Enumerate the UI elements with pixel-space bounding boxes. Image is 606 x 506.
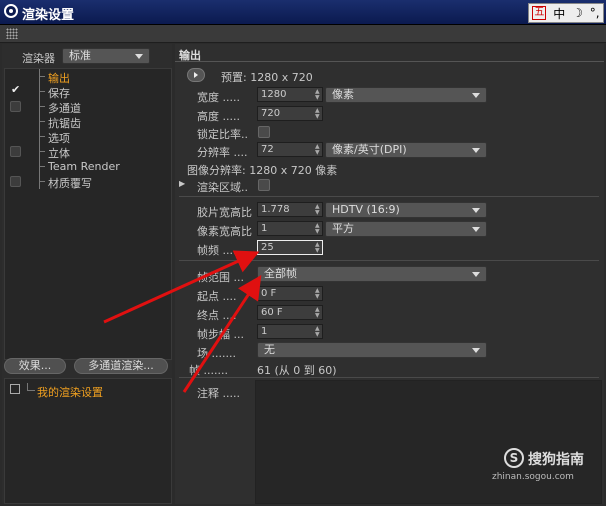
ime-punctuation-icon[interactable]: °, (590, 6, 600, 20)
divider (179, 377, 599, 378)
lock-ratio-label: 锁定比率.. (197, 128, 248, 141)
resolution-label: 分辨率 .... (197, 146, 248, 159)
resolution-input[interactable]: 72 ▲ ▼ (257, 142, 323, 157)
my-render-settings-item[interactable]: 我的渲染设置 (5, 383, 171, 399)
multipass-render-button[interactable]: 多通道渲染... (74, 358, 168, 374)
chevron-down-icon (135, 54, 143, 59)
section-title: 输出 (175, 47, 604, 62)
tree-item-stereo[interactable]: 立体 (5, 144, 171, 160)
field-dropdown[interactable]: 无 (257, 342, 487, 358)
tree-item-team-render[interactable]: Team Render (5, 159, 171, 174)
output-panel: 输出 预置: 1280 x 720 宽度 ..... 1280 ▲ ▼ 像素 高度 … (175, 44, 604, 504)
enable-checkbox[interactable] (10, 146, 21, 157)
film-aspect-dropdown[interactable]: HDTV (16:9) (325, 202, 487, 218)
chevron-down-icon (472, 93, 480, 98)
toolbar (0, 25, 606, 43)
divider (179, 196, 599, 197)
notes-label: 注释 ..... (197, 387, 240, 400)
renderer-dropdown[interactable]: 标准 (62, 48, 150, 64)
effects-button[interactable]: 效果... (4, 358, 66, 374)
tree-item-label: Team Render (48, 160, 120, 173)
chevron-down-icon (472, 348, 480, 353)
unit-dropdown[interactable]: 像素 (325, 87, 487, 103)
my-render-settings-label: 我的渲染设置 (37, 386, 103, 399)
enable-checkbox[interactable] (10, 101, 21, 112)
tree-item-label: 材质覆写 (48, 177, 92, 190)
field-label: 场 ....... (197, 347, 236, 360)
divider (179, 260, 599, 261)
tree-item-antialiasing[interactable]: 抗锯齿 (5, 114, 171, 130)
ime-wubi-icon[interactable]: 五 (532, 6, 547, 20)
preset-label: 预置: 1280 x 720 (221, 71, 313, 84)
frame-step-label: 帧步幅 ... (197, 328, 244, 341)
preset-play-button[interactable] (187, 68, 205, 82)
height-input[interactable]: 720 ▲ ▼ (257, 106, 323, 121)
chevron-down-icon (472, 227, 480, 232)
lock-ratio-checkbox[interactable] (258, 126, 270, 138)
ime-moon-icon[interactable]: ☽ (572, 6, 583, 20)
tree-item-options[interactable]: 选项 (5, 129, 171, 145)
frames-count: 61 (从 0 到 60) (257, 364, 337, 377)
tree-item-save[interactable]: ✔ 保存 (5, 83, 171, 100)
renderer-label: 渲染器 (22, 52, 55, 65)
resolution-unit-dropdown[interactable]: 像素/英寸(DPI) (325, 142, 487, 158)
tree-item-output[interactable]: 输出 (5, 69, 171, 85)
image-resolution-text: 图像分辨率: 1280 x 720 像素 (187, 164, 338, 177)
end-label: 终点 .... (197, 309, 237, 322)
fps-input[interactable]: 25 ▲ ▼ (257, 240, 323, 255)
notes-textarea[interactable] (255, 380, 602, 504)
fps-label: 帧频 ..... (197, 244, 240, 257)
settings-tree: 输出 ✔ 保存 多通道 抗锯齿 选项 立体 Team Render 材质覆写 (4, 68, 172, 360)
chevron-down-icon (472, 148, 480, 153)
end-input[interactable]: 60 F ▲ ▼ (257, 305, 323, 320)
tree-item-multipass[interactable]: 多通道 (5, 99, 171, 115)
frame-range-label: 帧范围 ... (197, 271, 244, 284)
watermark-url: zhinan.sogou.com (492, 472, 574, 482)
cinema4d-app-icon (4, 4, 18, 18)
film-aspect-label: 胶片宽高比 (197, 206, 252, 219)
width-input[interactable]: 1280 ▲ ▼ (257, 87, 323, 102)
window-title: 渲染设置 (22, 8, 75, 23)
ime-chinese-mode[interactable]: 中 (553, 5, 565, 22)
enable-checkbox[interactable] (10, 176, 21, 187)
pixel-aspect-input[interactable]: 1 ▲ ▼ (257, 221, 323, 236)
start-label: 起点 .... (197, 290, 237, 303)
title-bar: 渲染设置 五 中 ☽ °, (0, 0, 606, 25)
height-label: 高度 ..... (197, 110, 240, 123)
sogou-logo-icon: S (504, 448, 524, 468)
ime-toolbar[interactable]: 五 中 ☽ °, (528, 3, 604, 23)
pixel-aspect-dropdown[interactable]: 平方 (325, 221, 487, 237)
checkmark-icon[interactable]: ✔ (11, 83, 20, 96)
frame-step-input[interactable]: 1 ▲ ▼ (257, 324, 323, 339)
grip-handle-icon[interactable] (6, 28, 18, 39)
render-region-checkbox[interactable] (258, 179, 270, 191)
start-input[interactable]: 0 F ▲ ▼ (257, 286, 323, 301)
tree-item-material-override[interactable]: 材质覆写 (5, 174, 171, 190)
expand-icon[interactable] (10, 384, 20, 394)
renderer-row: 渲染器 标准 (2, 48, 172, 66)
expand-arrow-icon[interactable]: ▶ (179, 179, 185, 188)
film-aspect-input[interactable]: 1.778 ▲ ▼ (257, 202, 323, 217)
width-label: 宽度 ..... (197, 91, 240, 104)
frame-range-dropdown[interactable]: 全部帧 (257, 266, 487, 282)
chevron-down-icon (472, 272, 480, 277)
chevron-down-icon (472, 208, 480, 213)
render-settings-list: 我的渲染设置 (4, 378, 172, 504)
left-panel: 渲染器 标准 输出 ✔ 保存 多通道 抗锯齿 选项 立体 Team Render… (2, 44, 172, 504)
pixel-aspect-label: 像素宽高比 (197, 225, 252, 238)
watermark-text: 搜狗指南 (528, 452, 584, 468)
renderer-value: 标准 (69, 49, 91, 62)
render-region-label: 渲染区域.. (197, 181, 248, 194)
frames-label: 帧 ....... (189, 364, 228, 377)
